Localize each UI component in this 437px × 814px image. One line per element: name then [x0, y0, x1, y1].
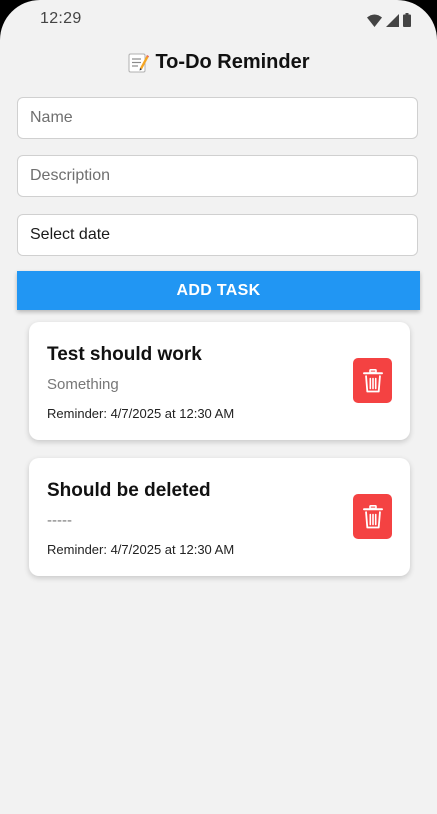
page-header: To-Do Reminder	[0, 47, 437, 77]
status-bar: 12:29	[0, 0, 437, 40]
delete-task-button[interactable]	[353, 358, 392, 403]
name-field[interactable]	[17, 97, 418, 139]
task-card: Should be deleted ----- Reminder: 4/7/20…	[29, 458, 410, 576]
signal-icon	[386, 13, 399, 27]
task-description: Something	[47, 376, 119, 393]
task-reminder: Reminder: 4/7/2025 at 12:30 AM	[47, 406, 235, 421]
task-description: -----	[47, 512, 72, 529]
name-input[interactable]	[30, 109, 405, 127]
memo-icon	[128, 53, 150, 73]
description-field[interactable]	[17, 155, 418, 197]
description-input[interactable]	[30, 167, 405, 185]
task-title: Should be deleted	[47, 480, 211, 501]
status-time: 12:29	[40, 10, 82, 27]
task-card: Test should work Something Reminder: 4/7…	[29, 322, 410, 440]
date-picker-label: Select date	[30, 226, 111, 243]
add-task-button[interactable]: ADD TASK	[17, 271, 420, 310]
delete-task-button[interactable]	[353, 494, 392, 539]
trash-icon	[362, 504, 383, 528]
battery-icon	[403, 13, 411, 27]
page-title: To-Do Reminder	[155, 50, 310, 73]
task-title: Test should work	[47, 344, 202, 365]
task-reminder: Reminder: 4/7/2025 at 12:30 AM	[47, 542, 235, 557]
app-screen: 12:29 To-Do Reminder Name Description Se…	[0, 0, 437, 814]
trash-icon	[362, 368, 383, 392]
status-icons	[367, 12, 411, 28]
wifi-icon	[367, 14, 382, 27]
date-picker-field[interactable]: Select date	[17, 214, 418, 256]
